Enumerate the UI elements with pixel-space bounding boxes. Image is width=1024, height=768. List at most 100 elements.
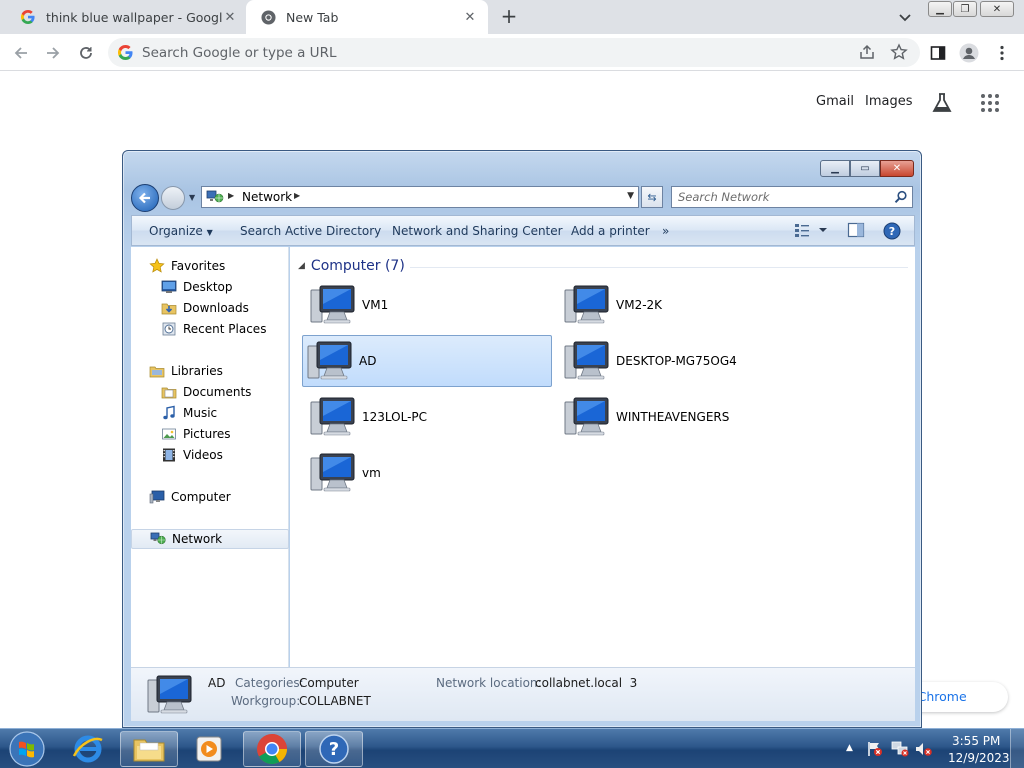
details-categories-label: Categories: [235, 676, 304, 690]
explorer-search-box[interactable] [671, 186, 913, 208]
nav-documents[interactable]: Documents [131, 382, 289, 402]
group-divider [410, 267, 908, 268]
computer-item-selected[interactable]: AD [302, 335, 552, 387]
taskbar-help-button[interactable]: ? [305, 731, 363, 767]
nav-pictures[interactable]: Pictures [131, 424, 289, 444]
history-dropdown-icon[interactable]: ▼ [189, 193, 195, 202]
gmail-link[interactable]: Gmail [816, 94, 854, 109]
explorer-back-button[interactable] [131, 184, 159, 212]
explorer-forward-button[interactable] [161, 186, 185, 210]
internet-explorer-icon[interactable] [70, 732, 106, 766]
minimize-window-button[interactable]: ▁ [928, 1, 952, 17]
preview-pane-icon[interactable] [847, 222, 865, 241]
volume-muted-icon[interactable] [914, 740, 934, 761]
profile-avatar-icon[interactable] [958, 42, 980, 64]
explorer-maximize-button[interactable]: ▭ [850, 160, 880, 177]
start-button[interactable] [5, 730, 49, 768]
tab-google-search[interactable]: think blue wallpaper - Google Se ✕ [6, 0, 248, 34]
computer-monitor-icon [307, 341, 352, 380]
explorer-command-bar: Organize ▼ Search Active Directory Netwo… [131, 215, 915, 246]
labs-flask-icon[interactable] [930, 91, 954, 118]
close-tab-icon[interactable]: ✕ [222, 9, 238, 25]
refresh-icon[interactable]: ⇆ [641, 186, 663, 208]
svg-text:?: ? [329, 739, 339, 760]
svg-text:?: ? [889, 225, 895, 238]
computer-monitor-icon [310, 453, 355, 492]
new-tab-plus-icon[interactable]: + [498, 6, 520, 28]
show-hidden-icons-icon[interactable]: ▲ [846, 743, 853, 753]
network-status-icon[interactable] [890, 740, 910, 761]
nav-music[interactable]: Music [131, 403, 289, 423]
nav-label: Documents [183, 385, 252, 399]
nav-recent-places[interactable]: Recent Places [131, 319, 289, 339]
computer-monitor-icon [310, 285, 355, 324]
chevron-down-icon[interactable] [896, 8, 914, 26]
computer-name: DESKTOP-MG75OG4 [616, 354, 737, 368]
back-arrow-icon[interactable] [10, 42, 32, 64]
side-panel-icon[interactable] [927, 42, 949, 64]
nav-downloads[interactable]: Downloads [131, 298, 289, 318]
forward-arrow-icon[interactable] [42, 42, 64, 64]
details-workgroup-label: Workgroup: [231, 694, 301, 708]
network-sharing-center-button[interactable]: Network and Sharing Center [392, 224, 563, 238]
apps-grid-icon[interactable] [979, 92, 1001, 117]
computer-item[interactable]: WINTHEAVENGERS [560, 391, 810, 443]
close-tab-icon[interactable]: ✕ [462, 9, 478, 25]
clock-time[interactable]: 3:55 PM [952, 734, 1000, 748]
explorer-close-button[interactable]: ✕ [880, 160, 914, 177]
nav-desktop[interactable]: Desktop [131, 277, 289, 297]
restore-window-button[interactable]: ❐ [953, 1, 977, 17]
share-icon[interactable] [858, 43, 876, 64]
breadcrumb-network[interactable]: Network [242, 190, 292, 204]
address-dropdown-icon[interactable]: ▼ [627, 191, 634, 201]
omnibox[interactable] [108, 38, 920, 67]
computer-item[interactable]: vm [306, 447, 556, 499]
nav-favorites[interactable]: Favorites [131, 256, 289, 276]
media-player-icon[interactable] [192, 733, 226, 765]
clock-date[interactable]: 12/9/2023 [948, 751, 1010, 765]
breadcrumb-separator-icon[interactable]: ▶ [294, 191, 300, 200]
more-commands-button[interactable]: » [662, 224, 669, 238]
add-printer-button[interactable]: Add a printer [571, 224, 650, 238]
tab-new-tab[interactable]: New Tab ✕ [246, 0, 488, 34]
chrome-logo-icon [257, 734, 287, 765]
search-network-input[interactable] [678, 189, 888, 205]
star-icon [149, 258, 165, 273]
explorer-details-pane: AD Categories: Computer Workgroup: COLLA… [131, 667, 915, 721]
chrome-tab-strip: think blue wallpaper - Google Se ✕ New T… [0, 0, 1024, 34]
images-link[interactable]: Images [865, 94, 913, 109]
close-window-button[interactable]: ✕ [980, 1, 1014, 17]
nav-libraries[interactable]: Libraries [131, 361, 289, 381]
nav-label: Pictures [183, 427, 231, 441]
search-icon[interactable] [894, 190, 908, 207]
computer-item[interactable]: VM2-2K [560, 279, 810, 331]
organize-button[interactable]: Organize ▼ [149, 224, 213, 238]
windows-logo-icon [9, 731, 45, 767]
bookmark-star-icon[interactable] [890, 43, 908, 64]
taskbar-explorer-button[interactable] [120, 731, 178, 767]
computer-item[interactable]: DESKTOP-MG75OG4 [560, 335, 810, 387]
nav-computer[interactable]: Computer [131, 487, 289, 507]
address-input[interactable] [142, 43, 822, 63]
explorer-navigation-pane: Favorites Desktop Downloads Recent Place… [131, 247, 289, 667]
taskbar-chrome-button[interactable] [243, 731, 301, 767]
breadcrumb-separator-icon[interactable]: ▶ [228, 191, 234, 200]
group-header-computer[interactable]: ◢ Computer (7) [298, 258, 405, 274]
show-desktop-button[interactable] [1010, 729, 1024, 768]
computer-name: 123LOL-PC [362, 410, 428, 424]
group-header-label: Computer (7) [310, 258, 405, 274]
action-center-flag-icon[interactable] [866, 740, 884, 761]
computer-item[interactable]: 123LOL-PC [306, 391, 556, 443]
explorer-address-bar[interactable]: ▶ Network ▶ ▼ [201, 186, 639, 208]
change-view-icon[interactable] [794, 222, 830, 241]
search-active-directory-button[interactable]: Search Active Directory [240, 224, 381, 238]
reload-icon[interactable] [75, 42, 97, 64]
folder-icon [133, 739, 165, 762]
computer-item[interactable]: VM1 [306, 279, 556, 331]
nav-network[interactable]: Network [131, 529, 289, 549]
menu-dots-icon[interactable] [991, 42, 1013, 64]
nav-videos[interactable]: Videos [131, 445, 289, 465]
help-icon[interactable]: ? [883, 222, 901, 243]
explorer-minimize-button[interactable]: ▁ [820, 160, 850, 177]
nav-label: Favorites [171, 259, 226, 273]
